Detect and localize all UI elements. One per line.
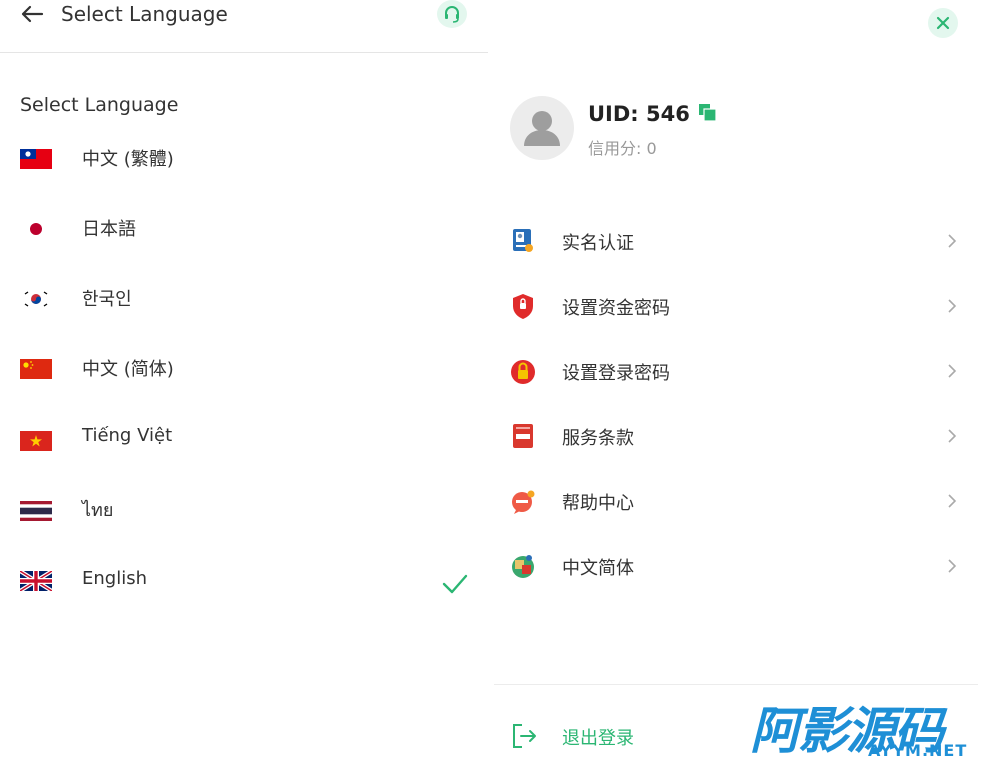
watermark-logo: 阿影源码 AYYM.NET xyxy=(750,703,975,767)
taiwan-flag-icon xyxy=(20,149,52,169)
logout-button[interactable]: 退出登录 xyxy=(508,718,708,754)
user-menu-panel: UID: 546 信用分: 0 实名认证 设置资金密码 设置登录密码 服务条款 … xyxy=(488,0,1008,774)
help-bubble-icon xyxy=(510,487,536,515)
menu-label: 中文简体 xyxy=(562,558,634,579)
menu-label: 设置资金密码 xyxy=(562,298,670,319)
language-label: ไทย xyxy=(82,500,114,521)
menu-label: 服务条款 xyxy=(562,428,634,449)
divider xyxy=(494,684,978,685)
watermark-domain: AYYM.NET xyxy=(868,741,968,760)
language-panel: Select Language Select Language 中文 (繁體) … xyxy=(0,0,488,774)
customer-service-icon[interactable] xyxy=(437,0,467,28)
language-item-th[interactable]: ไทย xyxy=(0,474,488,544)
language-label: English xyxy=(82,568,147,589)
korea-flag-icon xyxy=(20,289,52,309)
menu-item-help-center[interactable]: 帮助中心 xyxy=(488,469,978,533)
japan-flag-icon xyxy=(20,219,52,239)
language-item-vi[interactable]: Tiếng Việt xyxy=(0,404,488,474)
language-item-ja[interactable]: 日本語 xyxy=(0,194,488,264)
back-arrow-icon[interactable] xyxy=(20,4,44,24)
avatar xyxy=(510,96,574,160)
language-label: 中文 (繁體) xyxy=(82,149,174,170)
language-label: 한국인 xyxy=(82,289,132,310)
menu-item-fund-password[interactable]: 设置资金密码 xyxy=(488,274,978,338)
shield-icon xyxy=(510,292,536,320)
menu-label: 实名认证 xyxy=(562,233,634,254)
thailand-flag-icon xyxy=(20,501,52,521)
chevron-right-icon xyxy=(946,233,958,249)
logout-label: 退出登录 xyxy=(562,728,634,749)
menu-label: 帮助中心 xyxy=(562,493,634,514)
language-item-zh-tw[interactable]: 中文 (繁體) xyxy=(0,124,488,194)
close-icon[interactable] xyxy=(928,8,958,38)
menu-item-language[interactable]: 中文简体 xyxy=(488,534,978,598)
menu-item-login-password[interactable]: 设置登录密码 xyxy=(488,339,978,403)
menu-item-terms-of-service[interactable]: 服务条款 xyxy=(488,404,978,468)
credit-score: 信用分: 0 xyxy=(588,139,657,158)
china-flag-icon xyxy=(20,359,52,379)
uk-flag-icon xyxy=(20,571,52,591)
chevron-right-icon xyxy=(946,298,958,314)
language-header: Select Language xyxy=(0,0,488,53)
language-globe-icon xyxy=(510,552,536,580)
logout-icon xyxy=(510,722,538,750)
chevron-right-icon xyxy=(946,558,958,574)
lock-icon xyxy=(510,357,536,385)
menu-label: 设置登录密码 xyxy=(562,363,670,384)
language-label: 中文 (简体) xyxy=(82,359,174,380)
chevron-right-icon xyxy=(946,493,958,509)
language-item-en[interactable]: English xyxy=(0,544,488,614)
section-title: Select Language xyxy=(20,94,179,116)
language-item-zh-cn[interactable]: 中文 (简体) xyxy=(0,334,488,404)
terms-book-icon xyxy=(510,422,536,450)
chevron-right-icon xyxy=(946,363,958,379)
vietnam-flag-icon xyxy=(20,431,52,451)
menu-item-real-name-verification[interactable]: 实名认证 xyxy=(488,209,978,273)
user-uid: UID: 546 xyxy=(588,102,690,126)
copy-icon[interactable] xyxy=(699,104,717,122)
language-label: Tiếng Việt xyxy=(82,425,173,446)
language-label: 日本語 xyxy=(82,219,136,240)
chevron-right-icon xyxy=(946,428,958,444)
language-item-ko[interactable]: 한국인 xyxy=(0,264,488,334)
id-card-icon xyxy=(510,227,536,255)
page-title: Select Language xyxy=(61,2,228,26)
checkmark-icon xyxy=(441,572,469,596)
